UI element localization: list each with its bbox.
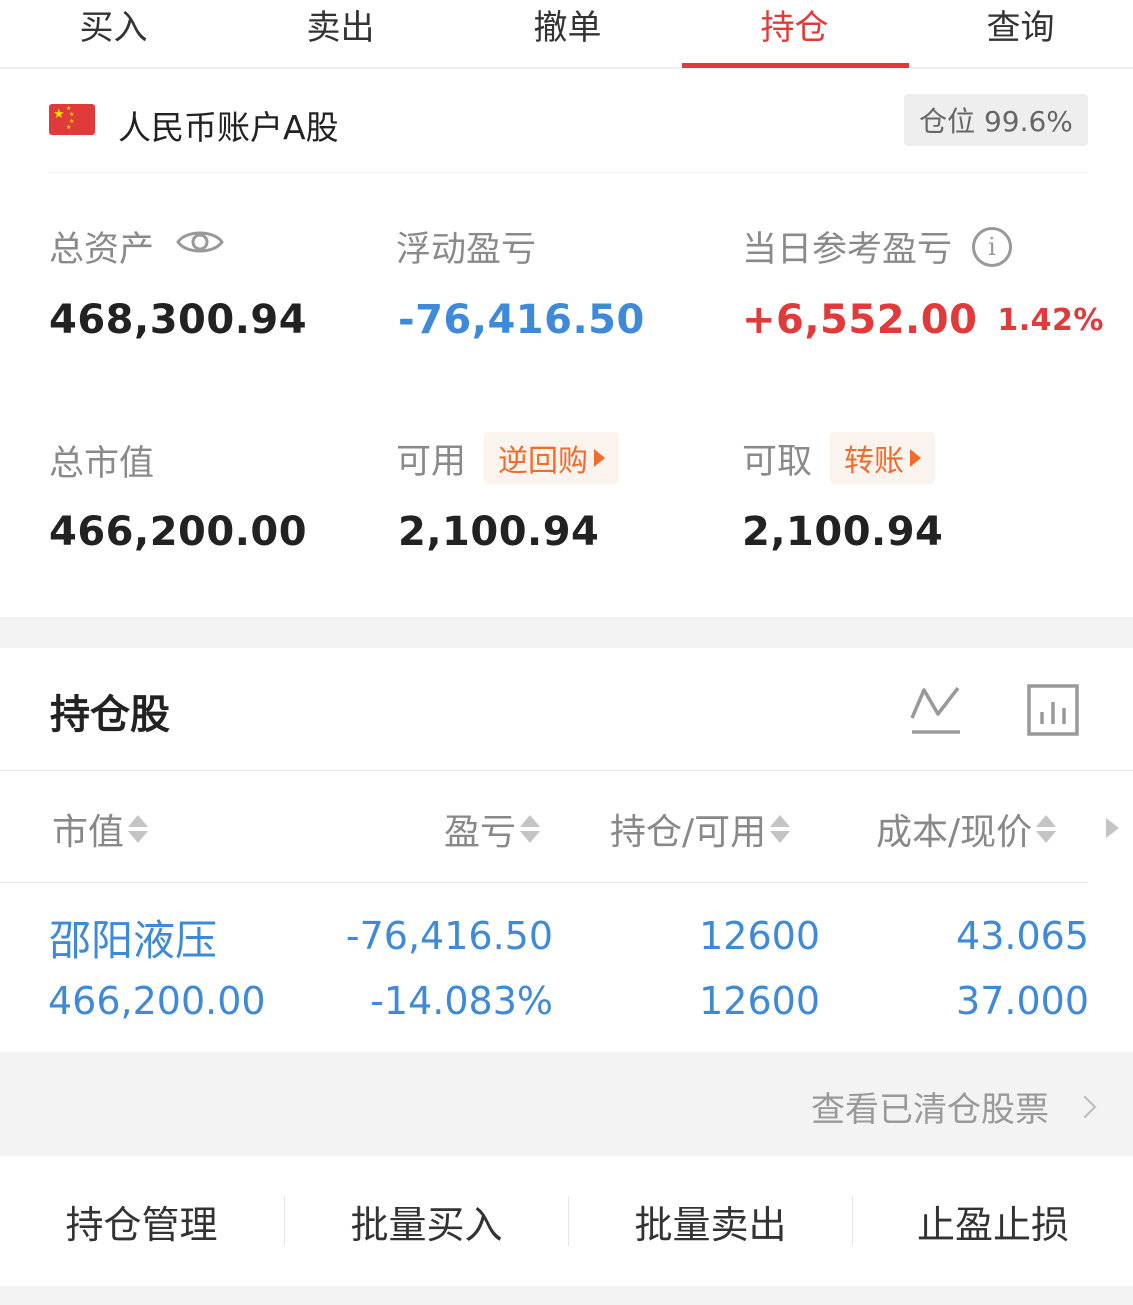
daily-pnl-value-group: +6,552.00 1.42% bbox=[742, 297, 1104, 343]
batch-buy-button[interactable]: 批量买入 bbox=[285, 1156, 568, 1286]
total-market-value-label: 总市值 bbox=[49, 444, 155, 484]
column-header-label: 盈亏 bbox=[444, 812, 517, 853]
account-name: 人民币账户A股 bbox=[118, 108, 339, 147]
daily-pnl-label-group: 当日参考盈亏 i bbox=[742, 221, 1013, 272]
stock-pnl-percent: -14.083% bbox=[370, 979, 553, 1023]
holdings-section: 持仓股 市值 盈亏 持仓/可用 成本/现价 邵阳液压 466,200.00 -7 bbox=[0, 648, 1133, 1052]
divider bbox=[48, 172, 1088, 173]
daily-pnl-label: 当日参考盈亏 bbox=[742, 230, 953, 270]
total-assets-label: 总资产 bbox=[49, 230, 155, 270]
transfer-label: 转账 bbox=[844, 444, 905, 479]
tab-cancel-order[interactable]: 撤单 bbox=[454, 0, 681, 68]
available-label: 可用 bbox=[396, 441, 467, 482]
reverse-repo-label: 逆回购 bbox=[498, 444, 589, 479]
sort-icon bbox=[1036, 815, 1057, 843]
position-ratio-badge: 仓位 99.6% bbox=[904, 94, 1088, 146]
withdrawable-label: 可取 bbox=[742, 441, 813, 482]
tab-holdings[interactable]: 持仓 bbox=[681, 0, 908, 68]
withdrawable-label-group: 可取 转账 bbox=[742, 432, 936, 484]
triangle-right-icon bbox=[594, 449, 606, 467]
scroll-right-icon[interactable] bbox=[1106, 818, 1119, 838]
batch-sell-button[interactable]: 批量卖出 bbox=[569, 1156, 852, 1286]
tab-sell[interactable]: 卖出 bbox=[227, 0, 454, 68]
stock-position: 12600 bbox=[699, 914, 820, 958]
stock-market-value: 466,200.00 bbox=[48, 979, 266, 1023]
column-header-market-value[interactable]: 市值 bbox=[52, 803, 149, 855]
take-profit-stop-loss-button[interactable]: 止盈止损 bbox=[853, 1156, 1133, 1286]
view-cleared-stocks-link[interactable]: 查看已清仓股票 bbox=[811, 1082, 1097, 1131]
cleared-stocks-bar: 查看已清仓股票 bbox=[0, 1052, 1133, 1156]
total-assets-label-group: 总资产 bbox=[49, 221, 224, 272]
column-header-label: 市值 bbox=[52, 812, 125, 853]
position-management-button[interactable]: 持仓管理 bbox=[0, 1156, 283, 1286]
chevron-right-icon bbox=[1073, 1095, 1097, 1118]
transfer-button[interactable]: 转账 bbox=[830, 432, 936, 484]
table-row[interactable]: 邵阳液压 466,200.00 -76,416.50 -14.083% 1260… bbox=[0, 883, 1133, 1052]
stock-available: 12600 bbox=[699, 979, 820, 1023]
tab-query[interactable]: 查询 bbox=[908, 0, 1133, 68]
divider bbox=[0, 770, 1133, 771]
stock-price: 37.000 bbox=[956, 979, 1089, 1023]
withdrawable-value: 2,100.94 bbox=[742, 509, 944, 555]
column-header-cost-price[interactable]: 成本/现价 bbox=[876, 803, 1057, 855]
bottom-action-bar: 持仓管理 批量买入 批量卖出 止盈止损 bbox=[0, 1156, 1133, 1286]
line-chart-icon[interactable] bbox=[908, 684, 964, 740]
triangle-right-icon bbox=[910, 449, 922, 467]
column-header-label: 成本/现价 bbox=[876, 812, 1033, 853]
holdings-title: 持仓股 bbox=[50, 692, 170, 738]
stock-name[interactable]: 邵阳液压 bbox=[49, 907, 217, 968]
column-header-position[interactable]: 持仓/可用 bbox=[610, 803, 791, 855]
sort-icon bbox=[128, 815, 149, 843]
stock-pnl: -76,416.50 bbox=[345, 914, 553, 958]
eye-icon[interactable] bbox=[176, 226, 224, 267]
column-header-label: 持仓/可用 bbox=[610, 812, 767, 853]
active-tab-indicator bbox=[682, 63, 909, 68]
china-flag-icon: ★ ★ ★ ★ ★ bbox=[49, 104, 95, 135]
sort-icon bbox=[770, 815, 791, 843]
floating-pnl-value: -76,416.50 bbox=[398, 297, 645, 343]
available-label-group: 可用 逆回购 bbox=[396, 432, 620, 484]
daily-pnl-value: +6,552.00 bbox=[742, 297, 978, 343]
daily-pnl-percent: 1.42% bbox=[997, 302, 1104, 338]
column-header-pnl[interactable]: 盈亏 bbox=[444, 803, 541, 855]
sort-icon bbox=[520, 815, 541, 843]
available-value: 2,100.94 bbox=[398, 509, 600, 555]
view-cleared-stocks-label: 查看已清仓股票 bbox=[811, 1090, 1049, 1130]
floating-pnl-label: 浮动盈亏 bbox=[396, 230, 537, 270]
total-market-value: 466,200.00 bbox=[49, 509, 308, 555]
top-tab-bar: 买入 卖出 撤单 持仓 查询 bbox=[0, 0, 1133, 68]
reverse-repo-button[interactable]: 逆回购 bbox=[484, 432, 620, 484]
stock-cost: 43.065 bbox=[956, 914, 1089, 958]
info-icon[interactable]: i bbox=[972, 226, 1013, 267]
total-assets-value: 468,300.94 bbox=[49, 297, 308, 343]
bar-chart-icon[interactable] bbox=[1027, 684, 1079, 740]
tab-buy[interactable]: 买入 bbox=[0, 0, 227, 68]
account-summary-card: ★ ★ ★ ★ ★ 人民币账户A股 仓位 99.6% 总资产 浮动盈亏 当日参考… bbox=[0, 69, 1133, 617]
